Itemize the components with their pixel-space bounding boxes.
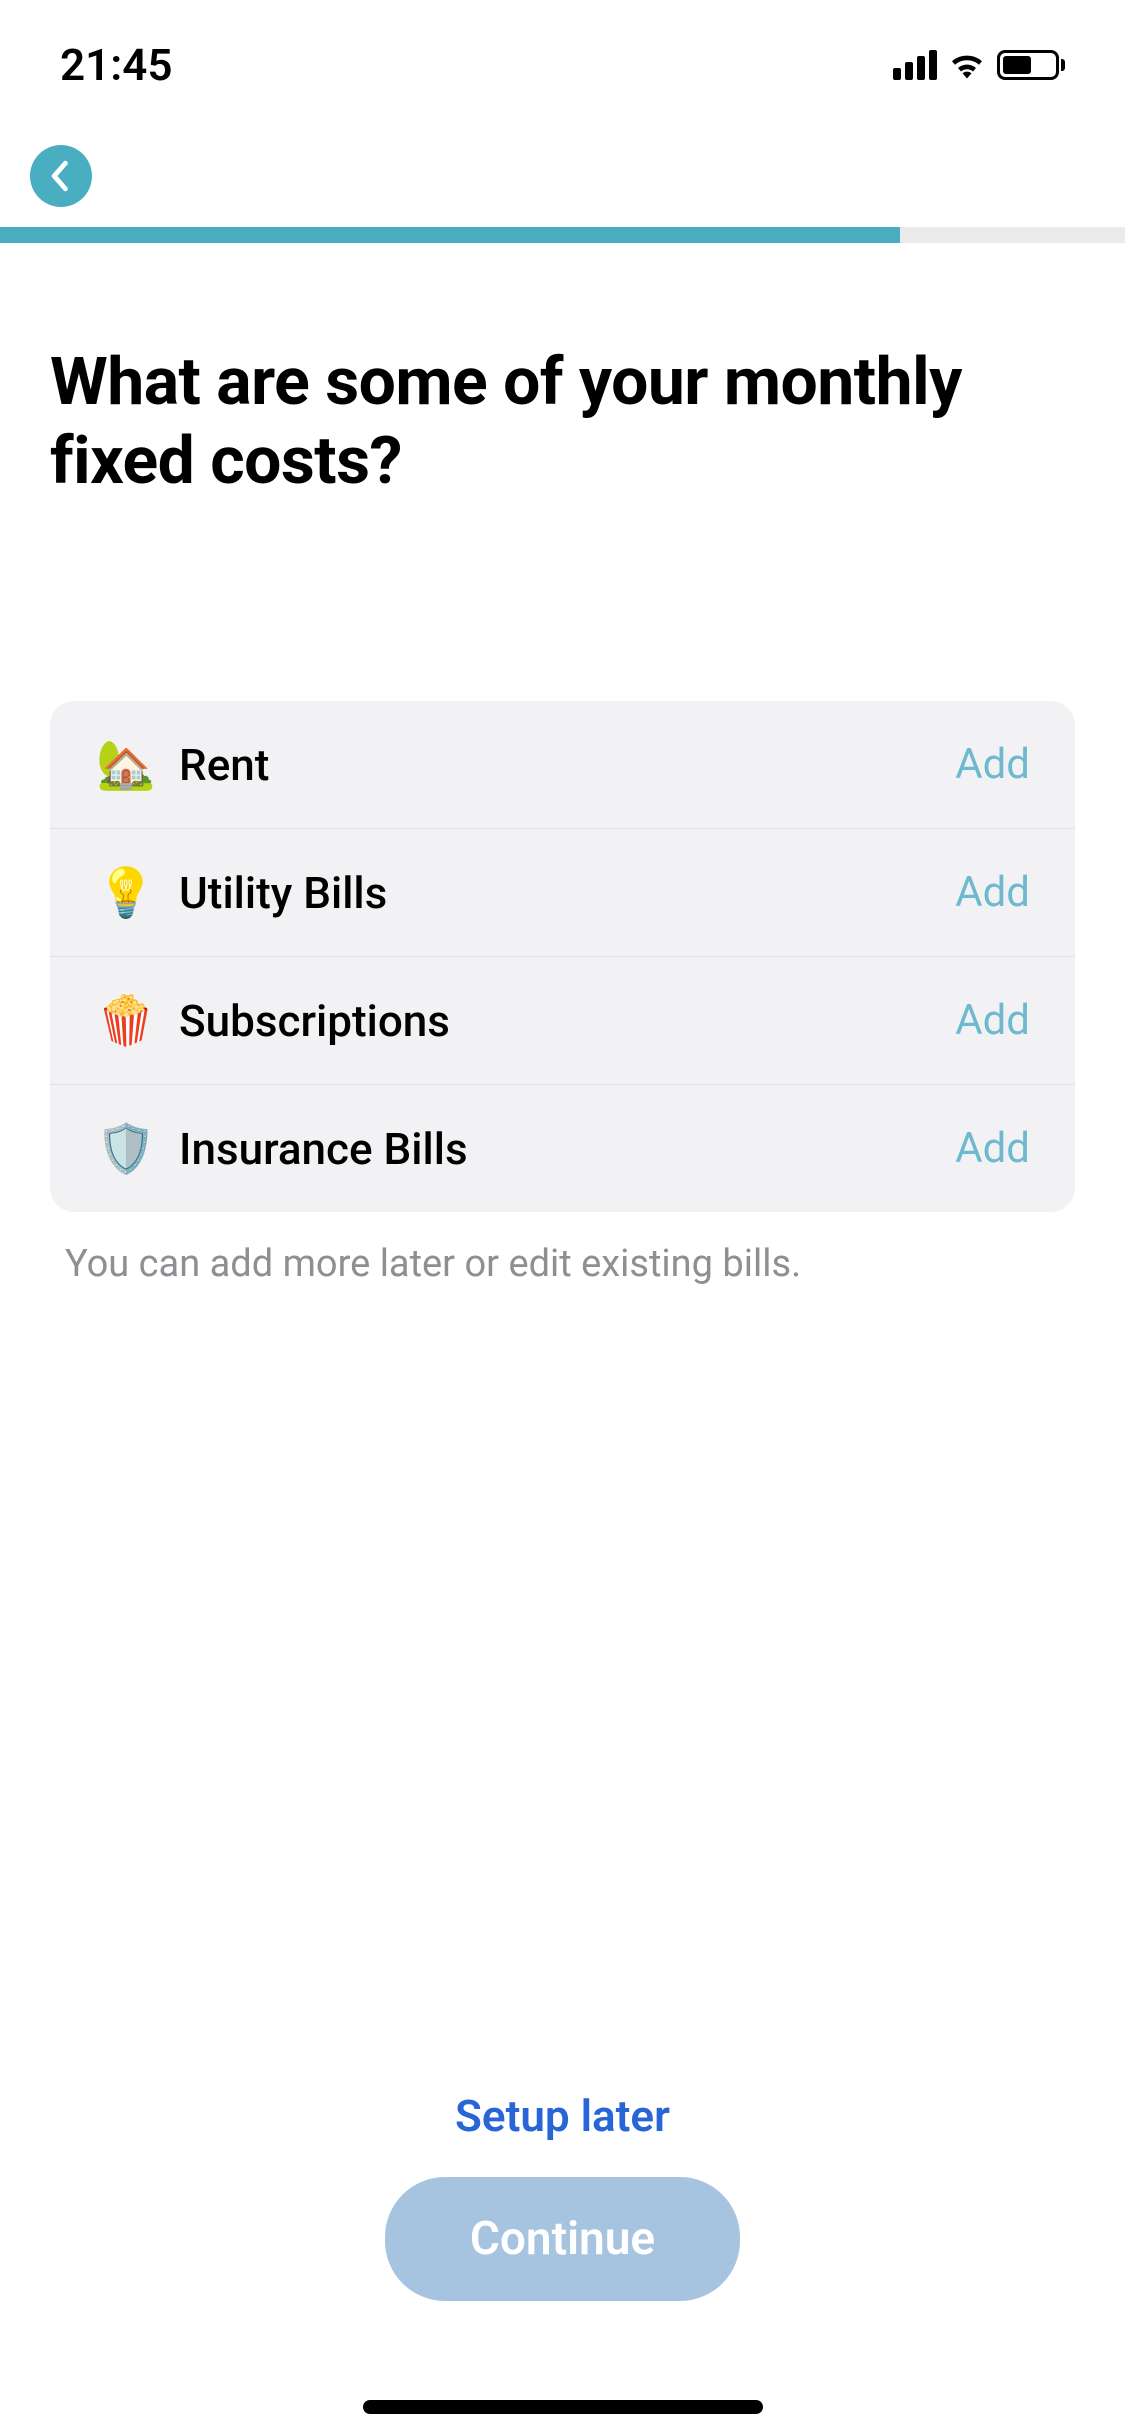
status-indicators xyxy=(893,50,1065,80)
item-label: Subscriptions xyxy=(179,995,955,1047)
cellular-signal-icon xyxy=(893,50,937,80)
list-item-rent: 🏡 Rent Add xyxy=(50,701,1075,829)
status-bar: 21:45 xyxy=(0,0,1125,130)
hint-text: You can add more later or edit existing … xyxy=(50,1242,1075,1286)
progress-bar xyxy=(0,227,1125,243)
home-indicator[interactable] xyxy=(363,2400,763,2414)
add-button-utility[interactable]: Add xyxy=(955,868,1030,917)
add-button-insurance[interactable]: Add xyxy=(955,1124,1030,1173)
back-button[interactable] xyxy=(30,145,92,207)
add-button-rent[interactable]: Add xyxy=(955,740,1030,789)
item-label: Utility Bills xyxy=(179,867,955,919)
shield-icon: 🛡️ xyxy=(95,1120,157,1177)
status-time: 21:45 xyxy=(60,39,173,91)
chevron-left-icon xyxy=(49,160,69,192)
lightbulb-icon: 💡 xyxy=(95,864,157,921)
continue-button[interactable]: Continue xyxy=(385,2177,740,2301)
item-label: Insurance Bills xyxy=(179,1123,955,1175)
add-button-subscriptions[interactable]: Add xyxy=(955,996,1030,1045)
wifi-icon xyxy=(949,51,985,79)
setup-later-link[interactable]: Setup later xyxy=(455,2090,670,2142)
list-item-subscriptions: 🍿 Subscriptions Add xyxy=(50,957,1075,1085)
nav-bar xyxy=(0,130,1125,227)
battery-icon xyxy=(997,50,1065,80)
popcorn-icon: 🍿 xyxy=(95,992,157,1049)
progress-fill xyxy=(0,227,900,243)
costs-list: 🏡 Rent Add 💡 Utility Bills Add 🍿 Subscri… xyxy=(50,701,1075,1212)
content-area: What are some of your monthly fixed cost… xyxy=(0,243,1125,1286)
list-item-utility: 💡 Utility Bills Add xyxy=(50,829,1075,957)
list-item-insurance: 🛡️ Insurance Bills Add xyxy=(50,1085,1075,1212)
footer: Setup later Continue xyxy=(0,2090,1125,2376)
page-title: What are some of your monthly fixed cost… xyxy=(50,343,1075,501)
house-icon: 🏡 xyxy=(95,736,157,793)
item-label: Rent xyxy=(179,739,955,791)
